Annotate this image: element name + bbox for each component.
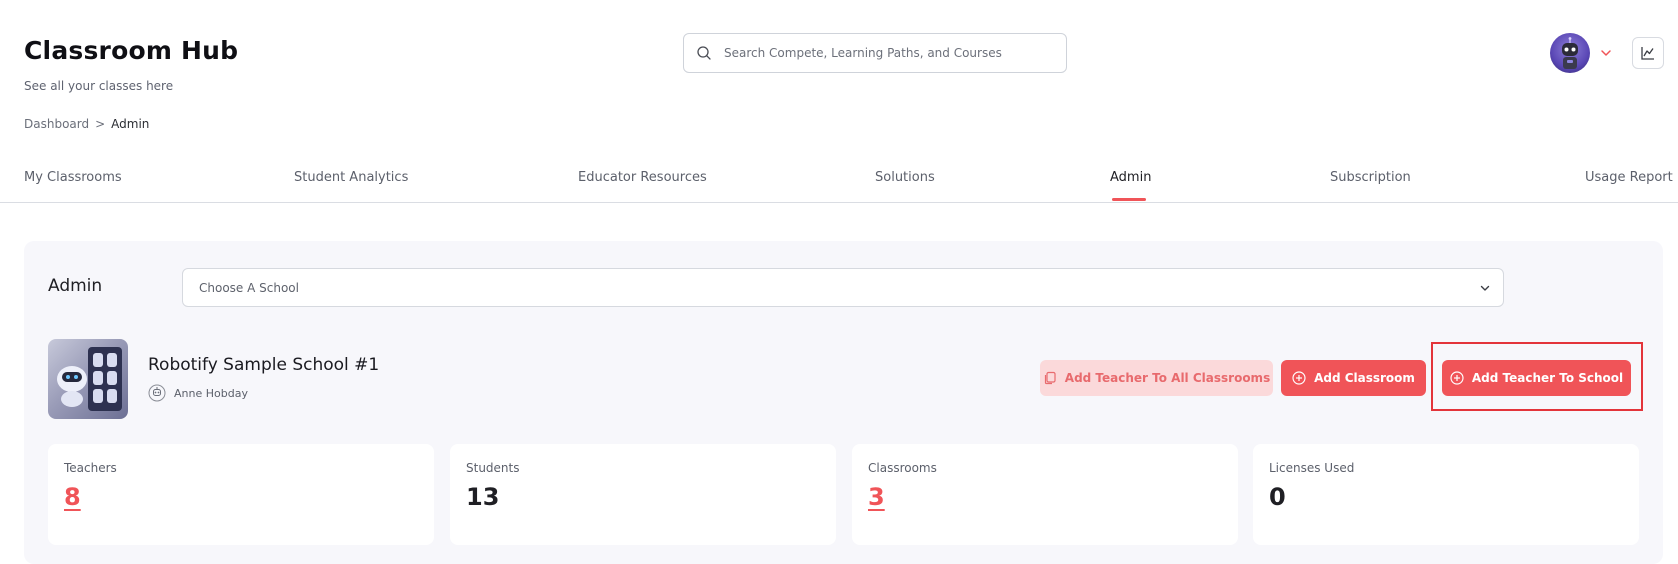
page-title: Classroom Hub bbox=[24, 36, 239, 65]
robot-avatar-icon bbox=[1562, 37, 1578, 69]
search-input[interactable] bbox=[724, 46, 1044, 60]
tab-educator-resources[interactable]: Educator Resources bbox=[578, 170, 707, 185]
chevron-down-icon[interactable] bbox=[1599, 46, 1613, 60]
breadcrumb-dashboard[interactable]: Dashboard bbox=[24, 117, 89, 131]
breadcrumb-separator: > bbox=[95, 117, 106, 131]
search-icon bbox=[697, 46, 711, 60]
add-classroom-label: Add Classroom bbox=[1314, 371, 1415, 385]
plus-circle-icon bbox=[1292, 371, 1306, 385]
highlight-box bbox=[1431, 342, 1643, 411]
search-box[interactable] bbox=[683, 33, 1067, 73]
owner-name: Anne Hobday bbox=[174, 386, 248, 400]
tab-usage-report[interactable]: Usage Report bbox=[1585, 170, 1673, 185]
chevron-down-icon bbox=[1480, 285, 1490, 291]
stat-card-classrooms: Classrooms 3 bbox=[852, 444, 1238, 545]
stat-label: Teachers bbox=[64, 461, 117, 475]
robot-school-image bbox=[57, 347, 122, 411]
stat-value-students: 13 bbox=[466, 483, 500, 511]
tab-solutions[interactable]: Solutions bbox=[875, 170, 935, 185]
stat-card-teachers: Teachers 8 bbox=[48, 444, 434, 545]
school-name: Robotify Sample School #1 bbox=[148, 355, 380, 375]
add-teacher-to-all-classrooms-label: Add Teacher To All Classrooms bbox=[1064, 371, 1271, 385]
school-owner: Anne Hobday bbox=[148, 384, 248, 402]
stat-value-licenses-used: 0 bbox=[1269, 483, 1286, 511]
add-classroom-button[interactable]: Add Classroom bbox=[1281, 360, 1426, 396]
stat-label: Licenses Used bbox=[1269, 461, 1355, 475]
school-select-value: Choose A School bbox=[199, 280, 299, 295]
stat-label: Classrooms bbox=[868, 461, 937, 475]
main-tabs: My Classrooms Student Analytics Educator… bbox=[0, 158, 1678, 203]
stat-label: Students bbox=[466, 461, 520, 475]
stat-card-licenses-used: Licenses Used 0 bbox=[1253, 444, 1639, 545]
teacher-icon bbox=[148, 384, 166, 402]
tab-student-analytics[interactable]: Student Analytics bbox=[294, 170, 408, 185]
admin-section-title: Admin bbox=[48, 276, 103, 296]
tab-subscription[interactable]: Subscription bbox=[1330, 170, 1411, 185]
analytics-chart-button[interactable] bbox=[1632, 37, 1664, 69]
copy-icon bbox=[1044, 371, 1056, 385]
school-select[interactable]: Choose A School bbox=[182, 268, 1504, 307]
breadcrumb: Dashboard > Admin bbox=[24, 117, 149, 131]
user-avatar[interactable] bbox=[1550, 33, 1590, 73]
stat-value-teachers[interactable]: 8 bbox=[64, 483, 81, 511]
line-chart-icon bbox=[1641, 47, 1654, 60]
breadcrumb-current: Admin bbox=[111, 117, 150, 131]
stat-card-students: Students 13 bbox=[450, 444, 836, 545]
school-logo bbox=[48, 339, 128, 419]
stat-value-classrooms[interactable]: 3 bbox=[868, 483, 885, 511]
tab-admin[interactable]: Admin bbox=[1110, 170, 1151, 185]
add-teacher-to-all-classrooms-button[interactable]: Add Teacher To All Classrooms bbox=[1040, 360, 1273, 396]
tab-my-classrooms[interactable]: My Classrooms bbox=[24, 170, 122, 185]
active-tab-indicator bbox=[1112, 198, 1146, 201]
page-subtitle: See all your classes here bbox=[24, 79, 174, 93]
